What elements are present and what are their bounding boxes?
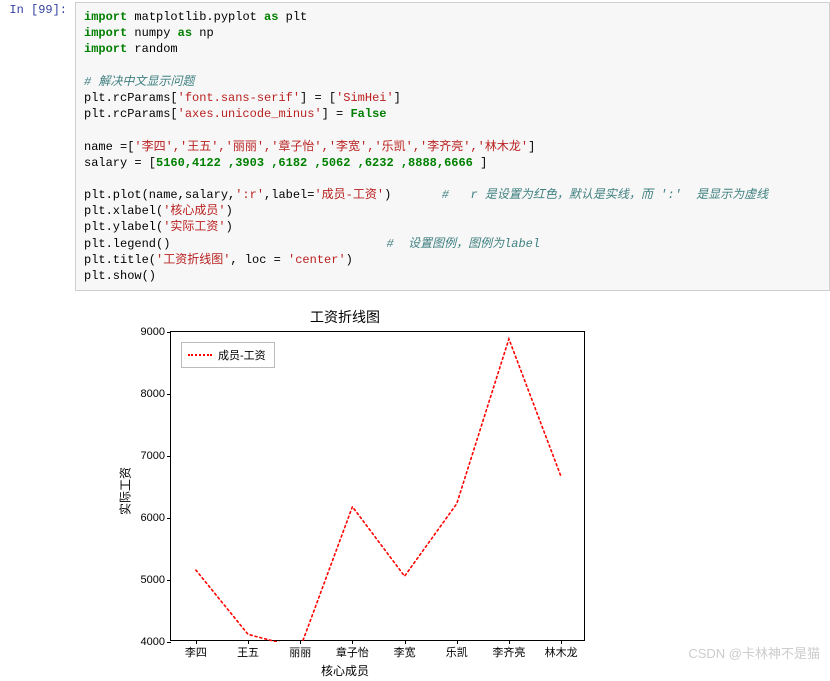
code-text: plt.title( — [84, 253, 156, 267]
comment: # r 是设置为红色，默认是实线，而 ':' 是显示为虚线 — [442, 188, 768, 202]
module: matplotlib.pyplot — [134, 10, 256, 24]
watermark: CSDN @卡林神不是猫 — [688, 643, 820, 662]
code-text: ) — [226, 204, 233, 218]
string: ':r' — [235, 188, 264, 202]
code-text: ) — [384, 188, 391, 202]
plot-area: 成员-工资 400050006000700080009000李四王五丽丽章子怡李… — [170, 331, 585, 641]
code-cell: In [99]: import matplotlib.pyplot as plt… — [0, 0, 830, 293]
code-input[interactable]: import matplotlib.pyplot as plt import n… — [75, 2, 830, 291]
code-text: plt.rcParams[ — [84, 107, 178, 121]
code-text: ] = — [322, 107, 351, 121]
string: '工资折线图' — [156, 253, 230, 267]
code-text: ] — [528, 140, 535, 154]
chart: 工资折线图 实际工资 成员-工资 40005000600070008000900… — [75, 301, 615, 681]
string: '核心成员' — [163, 204, 225, 218]
y-tick-label: 5000 — [121, 574, 171, 586]
data-line — [171, 332, 586, 642]
code-text: plt.xlabel( — [84, 204, 163, 218]
y-tick-label: 9000 — [121, 326, 171, 338]
code-text: plt.show() — [84, 269, 156, 283]
alias: plt — [286, 10, 308, 24]
module: numpy — [134, 26, 170, 40]
keyword: import — [84, 10, 127, 24]
cell-output: 工资折线图 实际工资 成员-工资 40005000600070008000900… — [75, 301, 830, 681]
cell-prompt: In [99]: — [0, 2, 75, 291]
y-tick-label: 4000 — [121, 636, 171, 648]
code-text: ] — [394, 91, 401, 105]
code-text: plt.rcParams[ — [84, 91, 178, 105]
y-tick-label: 6000 — [121, 512, 171, 524]
number: 5160,4122 ,3903 ,6182 ,5062 ,6232 ,8888,… — [156, 156, 480, 170]
keyword: as — [264, 10, 278, 24]
code-text: , loc = — [230, 253, 288, 267]
comment: # 设置图例，图例为label — [386, 237, 540, 251]
string: 'SimHei' — [336, 91, 394, 105]
x-axis-label: 核心成员 — [75, 662, 615, 679]
string: 'axes.unicode_minus' — [178, 107, 322, 121]
keyword: import — [84, 42, 127, 56]
string: 'center' — [288, 253, 346, 267]
code-text: name =[ — [84, 140, 134, 154]
y-axis-label: 实际工资 — [117, 467, 134, 515]
y-tick-label: 7000 — [121, 450, 171, 462]
string: '李四','王五','丽丽','章子怡','李宽','乐凯','李齐亮','林木… — [134, 140, 528, 154]
builtin: False — [350, 107, 386, 121]
code-text: ,label= — [264, 188, 314, 202]
chart-title: 工资折线图 — [75, 307, 615, 327]
keyword: as — [178, 26, 192, 40]
string: '成员-工资' — [314, 188, 384, 202]
comment: # 解决中文显示问题 — [84, 75, 194, 89]
code-text: ] = [ — [300, 91, 336, 105]
code-text: plt.legend() — [84, 237, 170, 251]
code-text: plt.plot(name,salary, — [84, 188, 235, 202]
string: '实际工资' — [163, 220, 225, 234]
module: random — [134, 42, 177, 56]
code-text: ) — [346, 253, 353, 267]
string: 'font.sans-serif' — [178, 91, 300, 105]
keyword: import — [84, 26, 127, 40]
code-text: salary = [ — [84, 156, 156, 170]
code-text: ) — [226, 220, 233, 234]
alias: np — [199, 26, 213, 40]
code-text: plt.ylabel( — [84, 220, 163, 234]
code-text: ] — [480, 156, 487, 170]
y-tick-label: 8000 — [121, 388, 171, 400]
